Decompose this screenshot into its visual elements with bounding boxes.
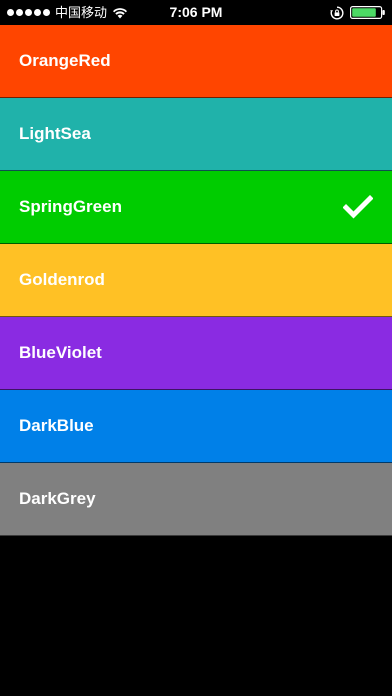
color-row-orangered[interactable]: OrangeRed bbox=[0, 25, 392, 98]
checkmark-icon bbox=[343, 195, 373, 219]
color-label: BlueViolet bbox=[19, 343, 102, 362]
rotation-lock-icon bbox=[330, 5, 344, 19]
color-label: DarkGrey bbox=[19, 489, 96, 508]
color-label: LightSea bbox=[19, 124, 91, 143]
color-list: OrangeRed LightSea SpringGreen Goldenrod Blu… bbox=[0, 25, 392, 536]
color-row-springgreen[interactable]: SpringGreen bbox=[0, 171, 392, 244]
color-row-goldenrod[interactable]: Goldenrod bbox=[0, 244, 392, 317]
status-bar: 中国移动 7:06 PM bbox=[0, 0, 392, 25]
color-row-darkblue[interactable]: DarkBlue bbox=[0, 390, 392, 463]
color-label: OrangeRed bbox=[19, 51, 111, 70]
battery-icon bbox=[350, 6, 385, 19]
color-row-lightsea[interactable]: LightSea bbox=[0, 98, 392, 171]
color-row-blueviolet[interactable]: BlueViolet bbox=[0, 317, 392, 390]
color-label: Goldenrod bbox=[19, 270, 105, 289]
status-bar-right bbox=[330, 0, 386, 25]
color-label: DarkBlue bbox=[19, 416, 94, 435]
color-label: SpringGreen bbox=[19, 197, 122, 216]
color-row-darkgrey[interactable]: DarkGrey bbox=[0, 463, 392, 536]
